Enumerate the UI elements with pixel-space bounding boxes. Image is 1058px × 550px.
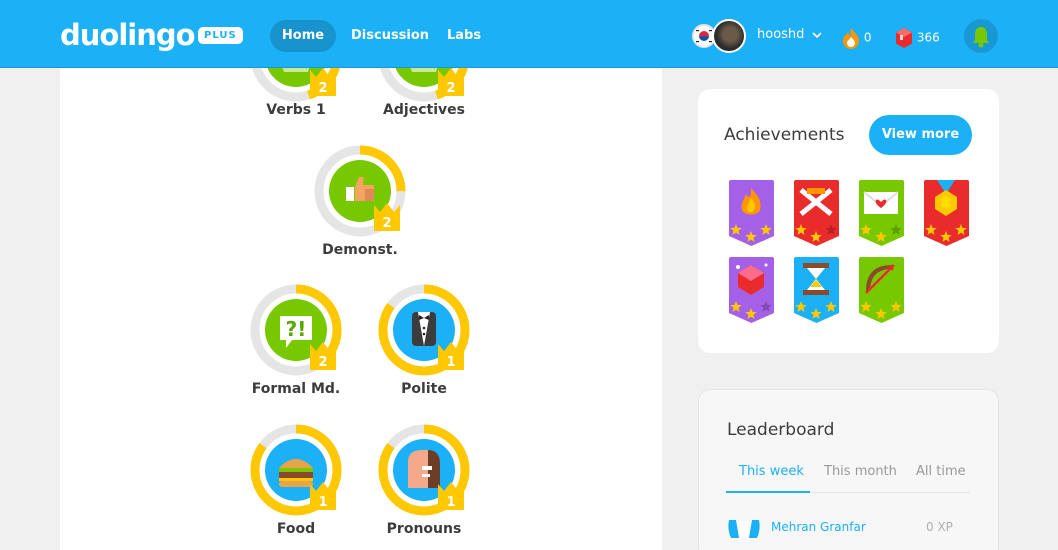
streak-counter[interactable]: 0	[842, 27, 871, 49]
notifications-button[interactable]	[964, 19, 998, 53]
achievement-badge-gem[interactable]	[724, 257, 779, 323]
achievements-title: Achievements	[724, 125, 845, 145]
tuxedo-icon	[412, 312, 436, 346]
active-tab-indicator	[726, 491, 810, 493]
skill-label: Verbs 1	[266, 102, 326, 118]
verbs-icon	[282, 68, 310, 72]
skill-pronouns[interactable]: 1	[374, 424, 474, 524]
crown-level: 2	[382, 216, 391, 231]
crown-level: 1	[446, 495, 455, 510]
tab-this-week[interactable]: This week	[739, 464, 804, 479]
gem-icon	[896, 28, 912, 48]
username-label: hooshd	[757, 27, 805, 42]
skill-tree-panel: 2 Verbs 1 2 Adjectives 2 Demonst.?! 2 Formal Md…	[60, 68, 662, 550]
envelope-heart-icon	[863, 191, 899, 214]
crown-level: 2	[318, 355, 327, 370]
tab-this-month[interactable]: This month	[824, 464, 897, 479]
gems-counter[interactable]: 366	[895, 27, 940, 49]
skill-label: Pronouns	[386, 521, 462, 537]
crown-level: 1	[318, 495, 327, 510]
skill-label: Adjectives	[383, 102, 465, 118]
skill-label: Food	[276, 521, 316, 537]
crown-level: 1	[446, 355, 455, 370]
skill-progress-ring: ?! 2	[250, 284, 342, 376]
leaderboard-title: Leaderboard	[727, 420, 835, 440]
user-avatar[interactable]	[712, 19, 746, 53]
achievement-badge-medal[interactable]	[919, 180, 974, 246]
duolingo-logo[interactable]: duolingo	[60, 18, 196, 52]
streak-count: 0	[863, 30, 872, 45]
skill-polite[interactable]: 1	[374, 284, 474, 384]
bell-icon	[973, 27, 989, 48]
plus-badge: PLUS	[198, 27, 243, 44]
achievements-card: Achievements View more	[698, 89, 999, 353]
skill-label: Polite	[401, 381, 447, 397]
svg-text:?!: ?!	[286, 317, 307, 341]
skill-label: Demonst.	[322, 242, 398, 258]
leaderboard-avatar-icon[interactable]	[727, 518, 761, 540]
skill-progress-ring: 2	[314, 145, 406, 237]
tab-all-time[interactable]: All time	[916, 464, 966, 479]
person-icon	[408, 450, 440, 488]
achievement-badge-envelope-heart[interactable]	[854, 180, 909, 246]
achievement-badge-bow-arrow[interactable]	[854, 257, 909, 323]
skill-progress-ring: 1	[378, 284, 470, 376]
nav-labs[interactable]: Labs	[447, 20, 481, 52]
gems-count: 366	[916, 30, 940, 45]
nav-discussion[interactable]: Discussion	[351, 20, 429, 52]
skill-progress-ring: 1	[378, 424, 470, 516]
skill-demonst[interactable]: 2	[310, 145, 410, 245]
chevron-down-icon	[809, 27, 822, 42]
achievement-badge-swords[interactable]	[789, 180, 844, 246]
skill-progress-ring: 1	[250, 424, 342, 516]
view-more-button[interactable]: View more	[869, 115, 972, 155]
skill-formal-md[interactable]: ?! 2	[246, 284, 346, 384]
username-menu[interactable]: hooshd	[757, 27, 822, 42]
leaderboard-user-xp: 0 XP	[926, 520, 953, 534]
flame-icon	[843, 28, 859, 49]
leaderboard-user-name[interactable]: Mehran Granfar	[771, 520, 866, 534]
nav-home[interactable]: Home	[270, 20, 336, 52]
achievement-badge-fire[interactable]	[724, 180, 779, 246]
crown-level: 2	[446, 81, 455, 96]
skill-label: Formal Md.	[251, 381, 341, 397]
achievement-badge-hourglass[interactable]	[789, 257, 844, 323]
leaderboard-card: Leaderboard This week This month All tim…	[698, 389, 999, 550]
top-navigation-bar: duolingo PLUS Home Discussion Labs hoosh…	[0, 0, 1058, 68]
adjectives-icon	[410, 68, 438, 72]
crown-level: 2	[318, 81, 327, 96]
skill-food[interactable]: 1	[246, 424, 346, 524]
